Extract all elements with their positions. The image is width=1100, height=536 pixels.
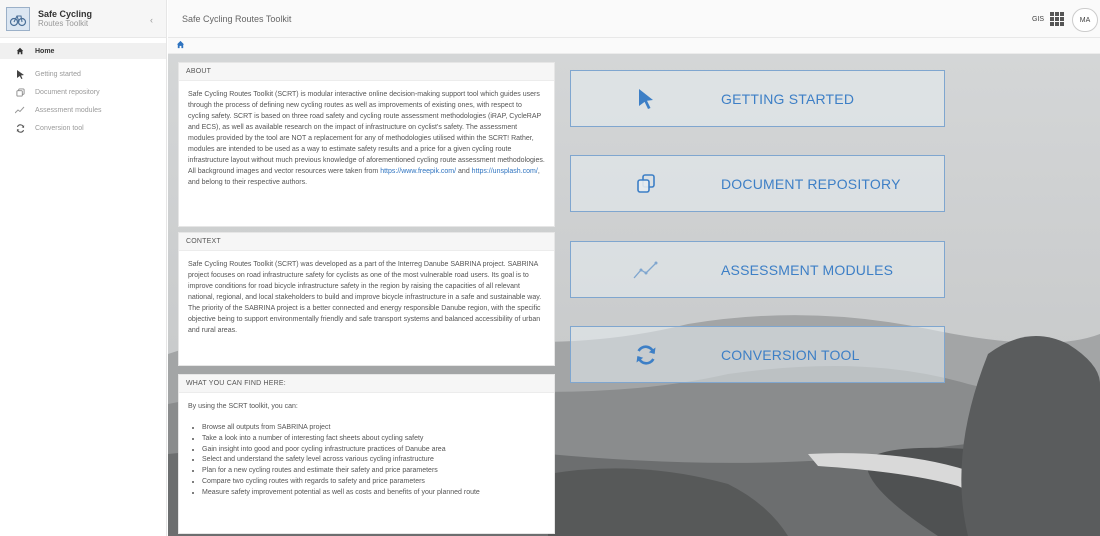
conversion-tool-tile[interactable]: CONVERSION TOOL [570, 326, 945, 383]
refresh-icon [15, 123, 25, 133]
sidebar-item-assessment-modules[interactable]: Assessment modules [0, 101, 166, 119]
brand-text: Safe Cycling Routes Toolkit [38, 9, 92, 29]
freepik-link[interactable]: https://www.freepik.com/ [380, 168, 456, 175]
context-panel-title: CONTEXT [179, 233, 554, 251]
about-text: Safe Cycling Routes Toolkit (SCRT) is mo… [188, 91, 545, 175]
gis-link[interactable]: GIS [1032, 16, 1044, 23]
tile-label: DOCUMENT REPOSITORY [721, 175, 901, 192]
list-item: Compare two cycling routes with regards … [202, 477, 545, 488]
sidebar-item-label: Home [35, 47, 55, 55]
avatar[interactable]: MA [1072, 8, 1098, 32]
sidebar-item-getting-started[interactable]: Getting started [0, 65, 166, 83]
context-panel-body: Safe Cycling Routes Toolkit (SCRT) was d… [188, 261, 542, 334]
sidebar-item-label: Document repository [35, 88, 100, 96]
sidebar-item-label: Getting started [35, 70, 81, 78]
sidebar-item-label: Assessment modules [35, 106, 102, 114]
find-panel-body: By using the SCRT toolkit, you can: Brow… [179, 393, 554, 507]
breadcrumb-home-icon[interactable] [176, 40, 185, 51]
sidebar-item-conversion-tool[interactable]: Conversion tool [0, 119, 166, 137]
breadcrumb [168, 38, 1100, 54]
home-icon [15, 47, 25, 55]
apps-grid-icon[interactable] [1050, 12, 1064, 26]
brand-logo-icon [6, 6, 30, 31]
sidebar: Safe Cycling Routes Toolkit ‹ Home Getti… [0, 0, 167, 536]
brand-name: Safe Cycling [38, 8, 93, 19]
context-panel: CONTEXT Safe Cycling Routes Toolkit (SCR… [178, 232, 555, 366]
copy-icon [15, 87, 25, 97]
list-item: Plan for a new cycling routes and estima… [202, 466, 545, 477]
find-list: Browse all outputs from SABRINA project … [188, 423, 545, 499]
sidebar-item-home[interactable]: Home [0, 43, 166, 59]
about-panel: ABOUT Safe Cycling Routes Toolkit (SCRT)… [178, 62, 555, 227]
chart-line-icon [571, 260, 721, 280]
cursor-icon [15, 69, 25, 79]
chart-line-icon [15, 106, 25, 114]
about-panel-body: Safe Cycling Routes Toolkit (SCRT) is mo… [179, 81, 554, 196]
sidebar-item-document-repository[interactable]: Document repository [0, 83, 166, 101]
list-item: Gain insight into good and poor cycling … [202, 445, 545, 456]
tile-label: ASSESSMENT MODULES [721, 261, 894, 278]
copy-icon [571, 173, 721, 195]
brand[interactable]: Safe Cycling Routes Toolkit [0, 0, 166, 38]
find-intro: By using the SCRT toolkit, you can: [188, 403, 298, 410]
list-item: Browse all outputs from SABRINA project [202, 423, 545, 434]
sidebar-item-label: Conversion tool [35, 124, 84, 132]
tile-label: GETTING STARTED [721, 90, 855, 107]
list-item: Select and understand the safety level a… [202, 455, 545, 466]
getting-started-tile[interactable]: GETTING STARTED [570, 70, 945, 127]
top-bar: Safe Cycling Routes Toolkit GIS MA [168, 0, 1100, 38]
page-title: Safe Cycling Routes Toolkit [182, 13, 292, 24]
cursor-icon [571, 88, 721, 110]
sidebar-nav: Home Getting started Document repository… [0, 43, 166, 137]
find-panel: WHAT YOU CAN FIND HERE: By using the SCR… [178, 374, 555, 534]
about-panel-title: ABOUT [179, 63, 554, 81]
tile-label: CONVERSION TOOL [721, 346, 860, 363]
brand-subtitle: Routes Toolkit [38, 18, 89, 28]
sidebar-collapse-icon[interactable]: ‹ [150, 15, 153, 25]
main-content: ABOUT Safe Cycling Routes Toolkit (SCRT)… [168, 54, 1100, 536]
refresh-icon [571, 344, 721, 366]
app-window: Safe Cycling Routes Toolkit ‹ Home Getti… [0, 0, 1100, 536]
find-panel-title: WHAT YOU CAN FIND HERE: [179, 375, 554, 393]
assessment-modules-tile[interactable]: ASSESSMENT MODULES [570, 241, 945, 298]
list-item: Take a look into a number of interesting… [202, 434, 545, 445]
about-text-and: and [458, 168, 470, 175]
document-repository-tile[interactable]: DOCUMENT REPOSITORY [570, 155, 945, 212]
unsplash-link[interactable]: https://unsplash.com/ [472, 168, 538, 175]
list-item: Measure safety improvement potential as … [202, 488, 545, 499]
